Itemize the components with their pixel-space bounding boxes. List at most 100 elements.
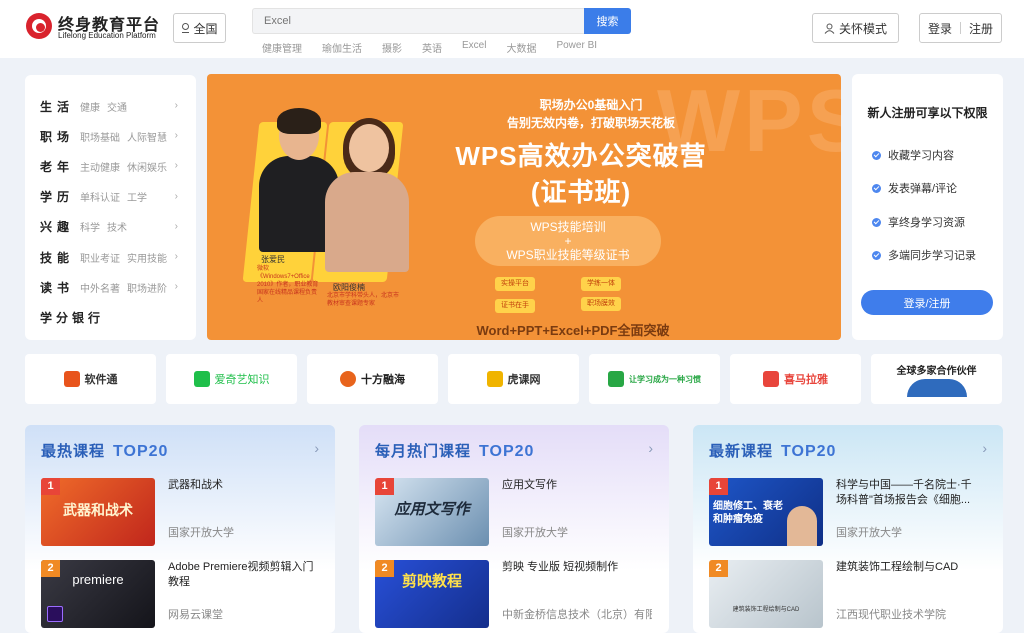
chevron-right-icon: › [174,190,178,202]
course-thumbnail: 2 premiere [41,560,155,628]
category-sub-link[interactable]: 人际智慧 [127,133,167,144]
region-label: 全国 [193,21,218,36]
hot-keyword-link[interactable]: Excel [462,40,486,55]
category-title: 生活 [40,99,75,114]
pill-line: WPS技能培训 [530,220,606,234]
category-item-elderly[interactable]: 老年 主动健康 休闲娱乐 › [25,151,196,181]
region-selector[interactable]: 全国 [173,13,226,43]
check-icon [872,150,881,160]
perk-item: 享终身学习资源 [872,214,965,230]
chevron-right-icon[interactable]: › [982,440,987,456]
search-input[interactable] [252,8,584,34]
banner-title-line: (证书班) [530,177,632,207]
search-button[interactable]: 搜索 [584,8,631,34]
category-sub-link[interactable]: 科学 [80,223,100,234]
category-sub-link[interactable]: 健康 [80,103,100,114]
check-icon [872,183,881,193]
category-item-skills[interactable]: 技能 职业考证 实用技能 › [25,242,196,272]
course-item[interactable]: 2 premiere Adobe Premiere视频剪辑入门教程 网易云课堂 [41,560,323,628]
speaker-photo [787,506,817,546]
category-title: 学分银行 [40,310,105,325]
hot-keywords: 健康管理 瑜伽生活 摄影 英语 Excel 大数据 Power BI [262,40,597,55]
chevron-right-icon[interactable]: › [314,440,319,456]
chevron-right-icon: › [174,281,178,293]
panel-title-text: 最热课程 [41,443,106,460]
category-sub-link[interactable]: 交通 [107,103,127,114]
partner-logo-ximalaya[interactable]: 喜马拉雅 [730,354,861,404]
chevron-right-icon: › [174,130,178,142]
category-item-interest[interactable]: 兴趣 科学 技术 › [25,212,196,242]
category-sub-link[interactable]: 职场基础 [80,133,120,144]
hot-keyword-link[interactable]: 摄影 [382,40,402,55]
hot-keyword-link[interactable]: 瑜伽生活 [322,40,362,55]
logo-mark-icon [26,13,52,39]
teacher-face [349,124,389,172]
banner-subtitle: 职场办公0基础入门 告别无效内卷，打破职场天花板 [491,96,691,132]
category-sub-link[interactable]: 休闲娱乐 [127,163,167,174]
course-item[interactable]: 2 建筑装饰工程绘制与CAD 建筑装饰工程绘制与CAD 江西现代职业技术学院 [709,560,991,628]
perk-label: 发表弹幕/评论 [888,183,958,195]
partner-brand-icon [608,371,624,387]
login-register-button[interactable]: 登录/注册 [861,290,993,315]
partner-more-link[interactable]: 全球多家合作伙伴 [871,354,1002,404]
category-sub-link[interactable]: 单科认证 [80,193,120,204]
auth-box: 登录 注册 [919,13,1002,43]
partner-logo-iqiyi[interactable]: 爱奇艺知识 [166,354,297,404]
chevron-right-icon: › [174,100,178,111]
hot-keyword-link[interactable]: 英语 [422,40,442,55]
platform-logo[interactable]: 终身教育平台 Lifelong Education Platform [26,11,166,47]
partner-name: 让学习成为一种习惯 [629,374,701,384]
course-title: Adobe Premiere视频剪辑入门教程 [168,561,314,588]
category-sub-link[interactable]: 实用技能 [127,254,167,265]
banner-tag: 实操平台 [495,277,535,291]
panel-title-text: 每月热门课程 [375,443,472,460]
category-item-career[interactable]: 职场 职场基础 人际智慧 › [25,121,196,151]
register-link[interactable]: 注册 [969,20,993,37]
category-item-degree[interactable]: 学历 单科认证 工学 › [25,182,196,212]
course-item[interactable]: 2 剪映教程 剪映 专业版 短视频制作 中新金桥信息技术（北京）有限公司 [375,560,657,628]
category-sub-link[interactable]: 中外名著 [80,284,120,295]
auth-divider [960,22,961,34]
category-item-reading[interactable]: 读书 中外名著 职场进阶 › [25,272,196,302]
category-sub-link[interactable]: 技术 [107,223,127,234]
panel-title: 最新课程 TOP20 [709,440,836,461]
category-sub-link[interactable]: 职业考证 [80,254,120,265]
panel-title-top: TOP20 [781,443,837,460]
panel-title-top: TOP20 [113,443,169,460]
category-sub-link[interactable]: 主动健康 [80,163,120,174]
promo-banner[interactable]: WPS 张爱民 微软《Windows7+Office 2010》作者，职业教育国… [207,74,841,340]
category-title: 技能 [40,250,75,265]
course-item[interactable]: 1 武器和战术 武器和战术 国家开放大学 [41,478,323,546]
partner-logo-learning[interactable]: 让学习成为一种习惯 [589,354,720,404]
partner-brand-icon [340,371,356,387]
category-menu: 生活 健康 交通 › 职场 职场基础 人际智慧 › 老年 主动健康 休闲娱乐 › 学历… [25,75,196,340]
partner-logo-shifang[interactable]: 十方融海 [307,354,438,404]
partner-name: 十方融海 [361,374,405,386]
login-link[interactable]: 登录 [928,20,952,37]
category-sub-link[interactable]: 工学 [127,193,147,204]
thumbnail-text: 细胞修工、衰老和肿瘤免疫 [713,501,783,525]
chevron-right-icon[interactable]: › [648,440,653,456]
partner-logo-hukewang[interactable]: 虎课网 [448,354,579,404]
rank-badge: 1 [375,478,394,495]
course-item[interactable]: 1 细胞修工、衰老和肿瘤免疫 科学与中国——千名院士·千场科普"首场报告会《细胞… [709,478,991,546]
category-item-credit-bank[interactable]: 学分银行 [25,302,196,332]
check-icon [872,250,881,260]
perk-item: 发表弹幕/评论 [872,180,957,196]
premiere-icon [47,606,63,622]
thumbnail-text: 建筑装饰工程绘制与CAD [732,607,800,613]
course-item[interactable]: 1 应用文写作 应用文写作 国家开放大学 [375,478,657,546]
category-sub-link[interactable]: 职场进阶 [127,284,167,295]
category-item-life[interactable]: 生活 健康 交通 › [25,91,196,121]
course-title: 剪映 专业版 短视频制作 [502,561,619,573]
banner-subtitle-line: 职场办公0基础入门 [539,98,643,112]
thumbnail-text: 应用文写作 [394,501,470,518]
hot-keyword-link[interactable]: Power BI [556,40,597,55]
care-mode-button[interactable]: 关怀模式 [812,13,899,43]
perk-label: 收藏学习内容 [888,150,954,162]
hot-keyword-link[interactable]: 大数据 [506,40,536,55]
banner-title-line: WPS高效办公突破营 [455,141,707,171]
partner-logo-softtone[interactable]: 软件通 [25,354,156,404]
rank-badge: 1 [41,478,60,495]
hot-keyword-link[interactable]: 健康管理 [262,40,302,55]
